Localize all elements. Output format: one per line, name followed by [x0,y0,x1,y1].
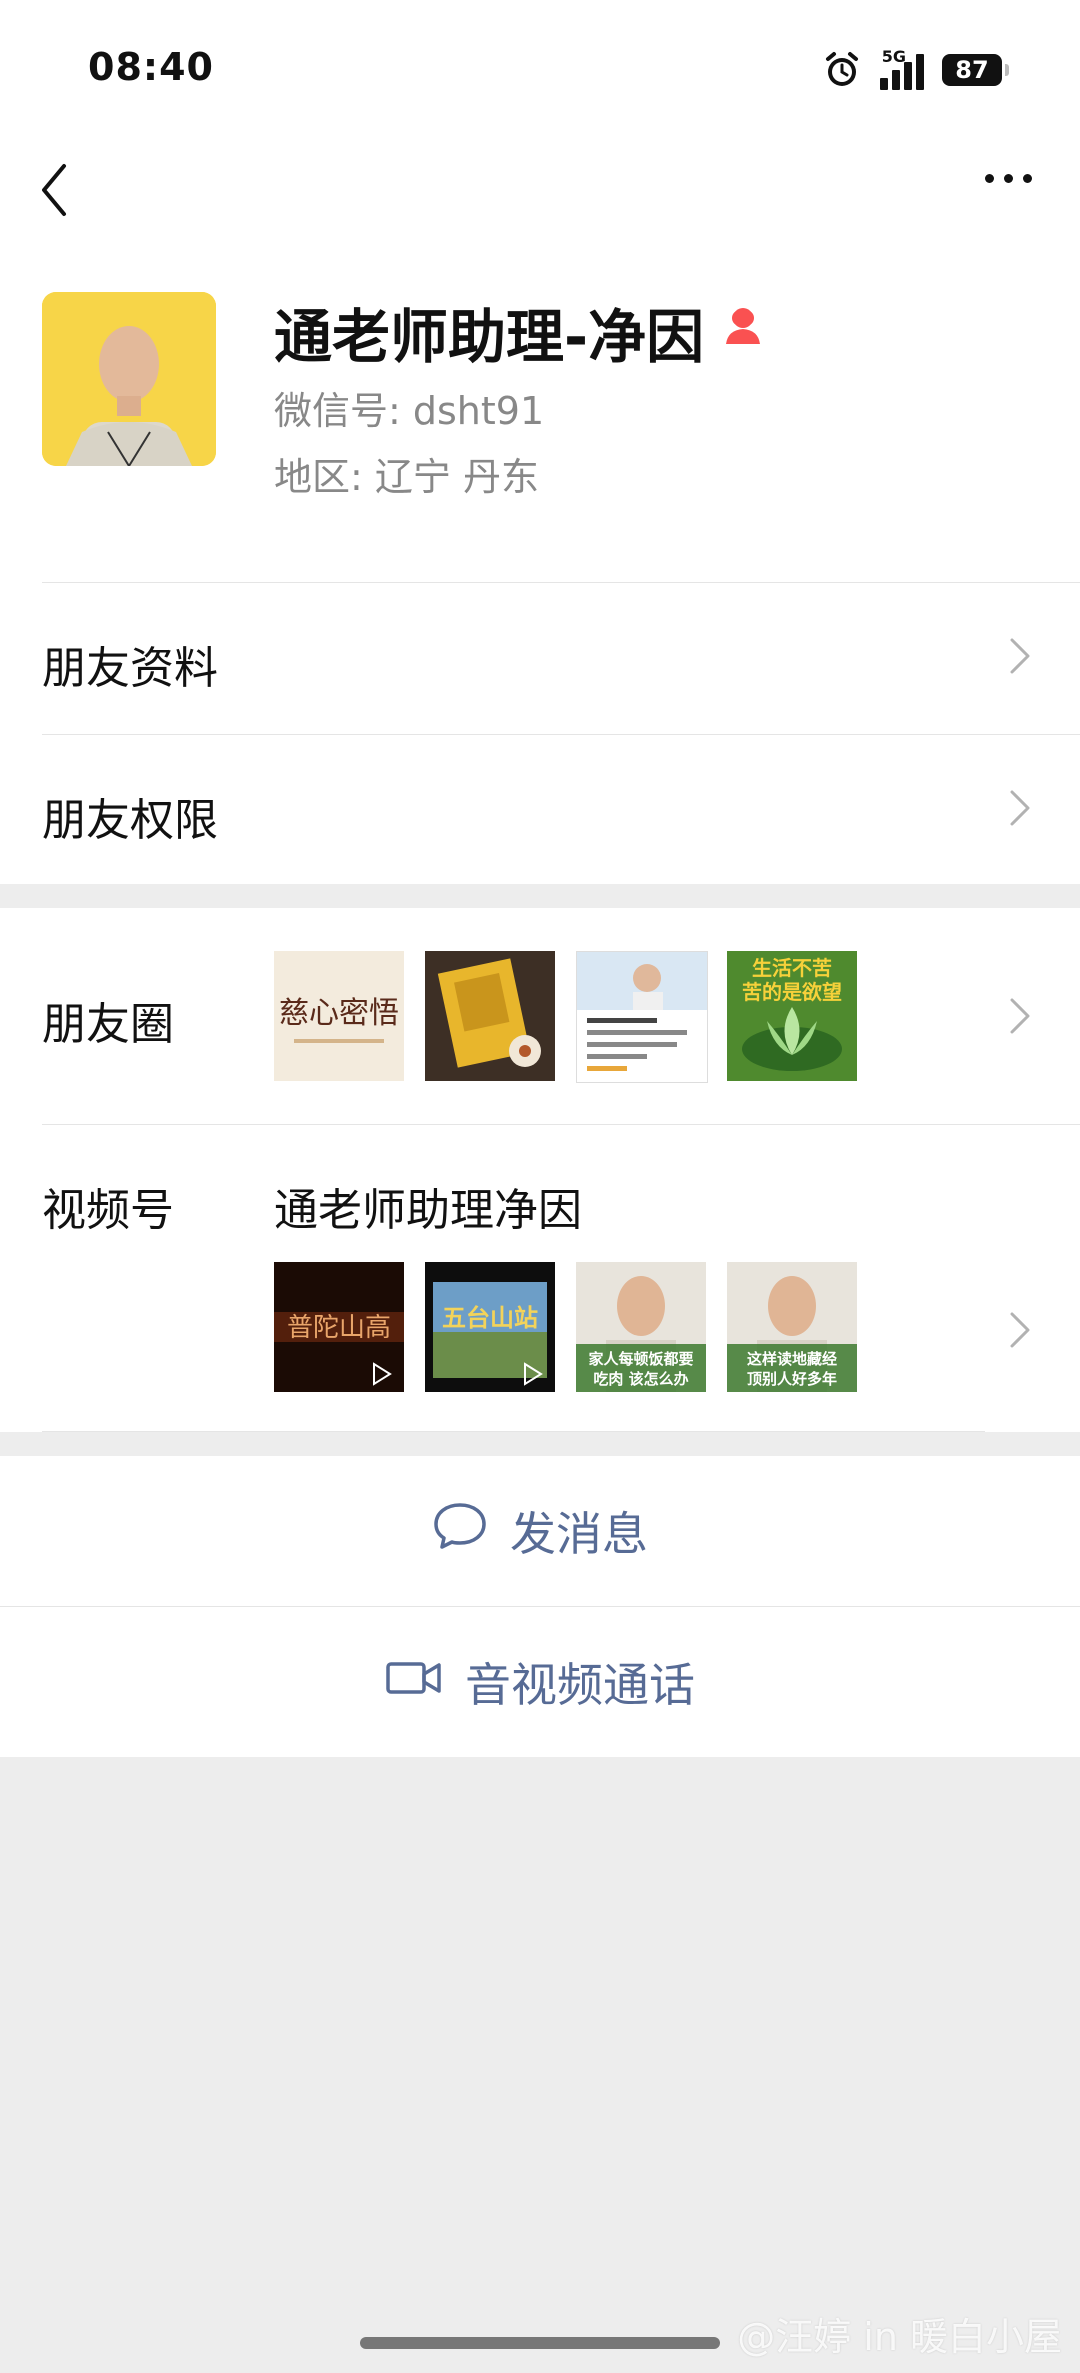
moments-thumb [425,951,555,1081]
moments-thumb-text: 慈心密悟 [279,996,399,1031]
channels-thumb: 普陀山高 [274,1262,404,1392]
svg-text:生活不苦: 生活不苦 [752,956,832,980]
chevron-right-icon [1008,1308,1032,1356]
channels-label: 视频号 [42,1185,174,1236]
region: 地区: 辽宁 丹东 [274,455,539,499]
channels-thumb-text: 五台山站 [442,1304,538,1332]
battery-level: 87 [955,56,989,84]
divider [42,734,1080,735]
friend-permissions-label: 朋友权限 [42,795,218,846]
video-camera-icon [385,1655,443,1709]
profile-name: 通老师助理-净因 [274,303,705,371]
channels-thumb: 这样读地藏经 顶别人好多年 [727,1262,857,1392]
divider [42,1431,985,1432]
svg-text:顶别人好多年: 顶别人好多年 [747,1370,837,1388]
status-icons: 87 [822,48,1009,92]
status-time: 08:40 [88,45,214,89]
moments-row[interactable]: 朋友圈 慈心密悟 生活不苦 苦的是欲望 [0,908,1080,1124]
signal-icon [880,50,924,90]
more-dots-icon[interactable] [985,174,1032,183]
friend-info-label: 朋友资料 [42,643,218,694]
chevron-right-icon [1008,634,1032,682]
moments-thumb: 慈心密悟 [274,951,404,1081]
contact-profile-screen: 08:40 5G 87 通老师助理-净因 微信号: dsht91 地区: 辽宁 … [0,0,1080,2373]
status-bar: 08:40 5G 87 [0,0,1080,140]
alarm-icon [822,50,862,90]
send-message-label: 发消息 [510,1507,648,1561]
divider [42,1124,1080,1125]
battery-icon: 87 [942,54,1009,86]
channels-thumb: 五台山站 [425,1262,555,1392]
channels-row[interactable]: 视频号 通老师助理净因 普陀山高 五台山站 家人每顿饭都要 吃肉 该怎么办 这样… [0,1124,1080,1432]
divider [42,582,1080,583]
channels-name: 通老师助理净因 [274,1185,582,1236]
video-call-label: 音视频通话 [465,1658,695,1712]
chevron-right-icon [1008,994,1032,1042]
moments-thumb: 生活不苦 苦的是欲望 [727,951,857,1081]
chat-bubble-icon [432,1501,488,1562]
moments-thumb [576,951,708,1083]
chevron-right-icon [1008,786,1032,834]
svg-text:家人每顿饭都要: 家人每顿饭都要 [588,1350,693,1368]
home-indicator[interactable] [360,2337,720,2349]
avatar[interactable] [42,292,216,466]
channels-thumb: 家人每顿饭都要 吃肉 该怎么办 [576,1262,706,1392]
friend-permissions-row[interactable]: 朋友权限 [0,734,1080,884]
svg-text:吃肉 该怎么办: 吃肉 该怎么办 [593,1370,688,1388]
channels-thumb-text: 普陀山高 [287,1313,391,1343]
profile-header: 通老师助理-净因 微信号: dsht91 地区: 辽宁 丹东 [0,250,1080,582]
svg-text:这样读地藏经: 这样读地藏经 [747,1350,837,1368]
wechat-id: 微信号: dsht91 [274,389,545,433]
moments-label: 朋友圈 [42,999,174,1050]
svg-text:苦的是欲望: 苦的是欲望 [742,980,842,1004]
chevron-left-icon[interactable] [34,158,74,226]
female-icon [722,304,764,350]
send-message-button[interactable]: 发消息 [0,1456,1080,1606]
video-call-button[interactable]: 音视频通话 [0,1607,1080,1757]
friend-info-row[interactable]: 朋友资料 [0,582,1080,734]
watermark: @汪婷 in 暖白小屋 [737,2315,1062,2359]
